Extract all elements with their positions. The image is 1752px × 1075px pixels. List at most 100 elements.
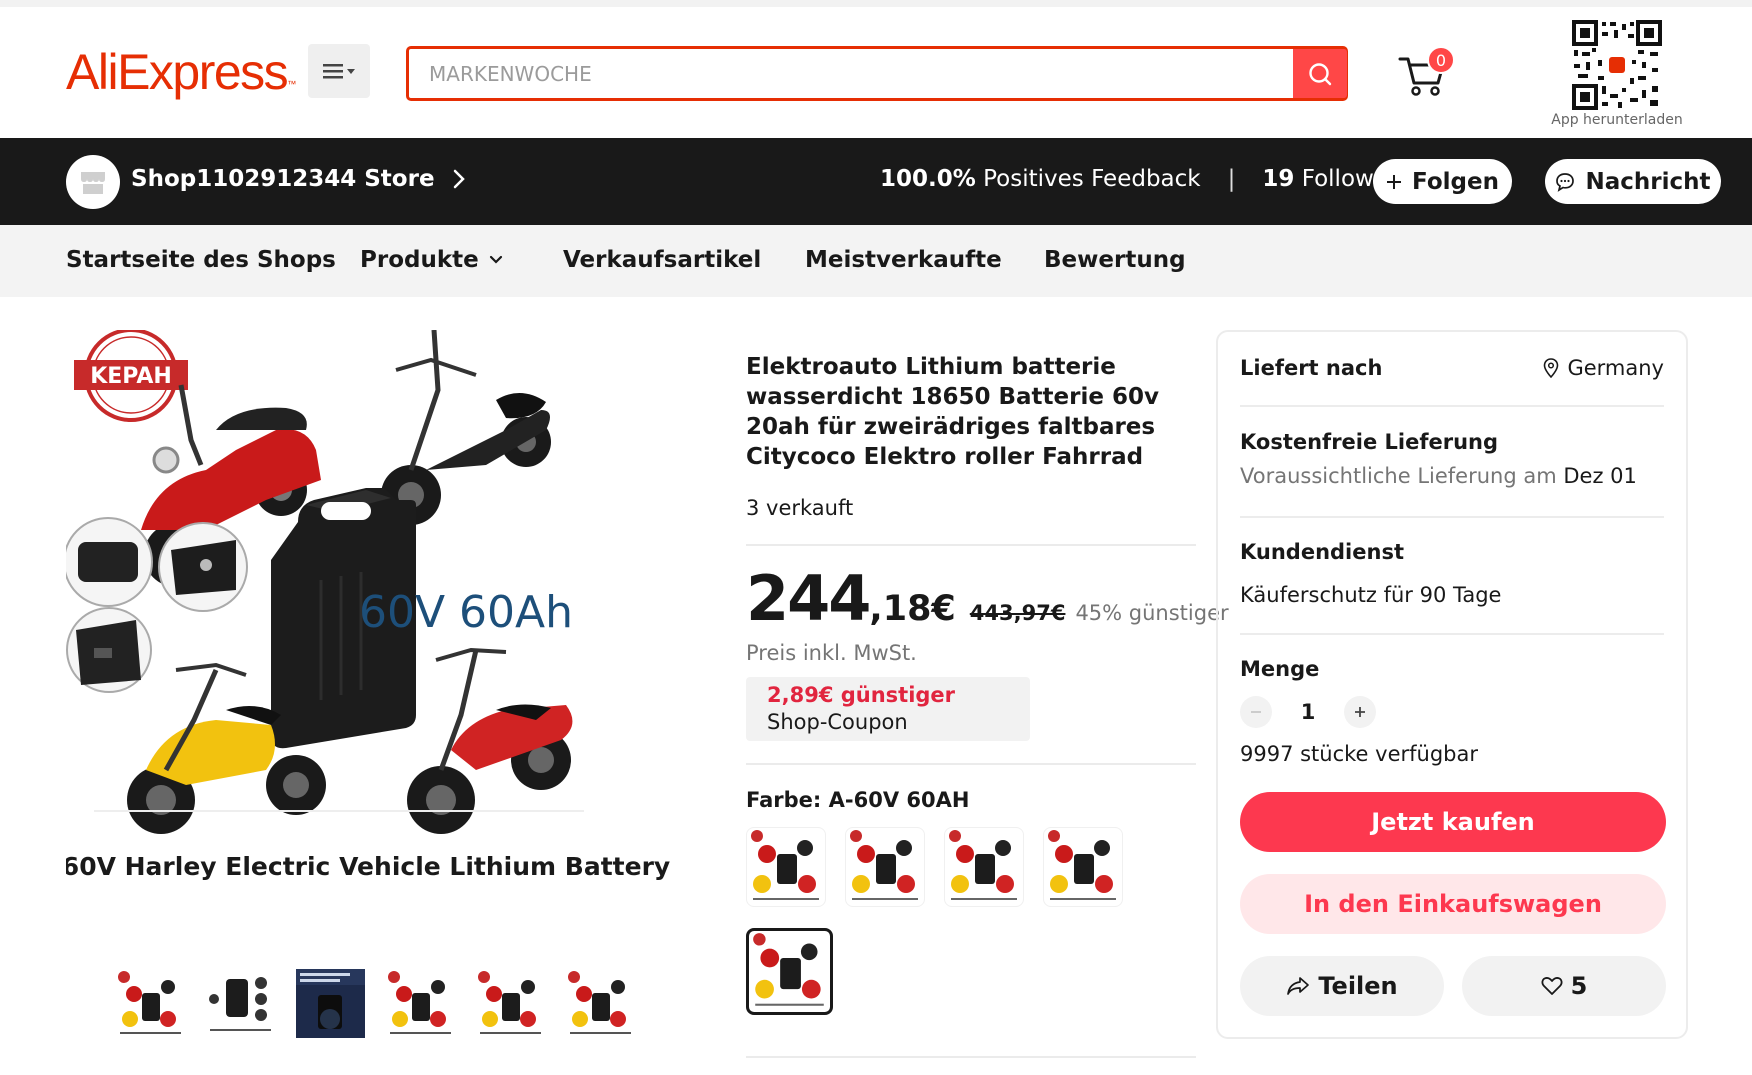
shop-nav-home[interactable]: Startseite des Shops — [66, 247, 336, 273]
service-title: Kundendienst — [1240, 540, 1404, 564]
delivery-prefix: Voraussichtliche Lieferung am — [1240, 464, 1557, 488]
shop-nav-bestsellers[interactable]: Meistverkaufte — [805, 247, 1002, 273]
follow-label: Folgen — [1412, 168, 1499, 195]
location-pin-icon — [1544, 358, 1559, 378]
quantity-title: Menge — [1240, 657, 1320, 681]
delivery-date: Dez 01 — [1563, 464, 1637, 488]
search-button[interactable] — [1293, 49, 1347, 98]
heart-icon — [1541, 977, 1563, 995]
capacity-overlay: 60V 60Ah — [359, 587, 573, 638]
price-decimal: ,18€ — [869, 589, 956, 629]
wishlist-count: 5 — [1570, 972, 1588, 1000]
thumbnail[interactable] — [476, 969, 545, 1038]
original-price: 443,97€ — [969, 601, 1066, 625]
app-download-label: App herunterladen — [1551, 112, 1683, 128]
shop-nav-home-label: Startseite des Shops — [66, 247, 336, 273]
shop-nav-bestsellers-label: Meistverkaufte — [805, 247, 1002, 273]
aliexpress-logo[interactable]: AliExpress™ — [66, 41, 296, 103]
logo-text: AliExpress — [66, 44, 289, 100]
followers-value: 19 — [1262, 166, 1295, 192]
share-button[interactable]: Teilen — [1240, 956, 1444, 1016]
divider — [1240, 516, 1664, 518]
search-icon — [1309, 62, 1332, 85]
image-caption: 60V Harley Electric Vehicle Lithium Batt… — [66, 852, 670, 881]
thumbnail[interactable] — [386, 969, 455, 1038]
message-label: Nachricht — [1585, 168, 1711, 195]
color-option-selected[interactable] — [746, 928, 833, 1015]
buy-now-button[interactable]: Jetzt kaufen — [1240, 792, 1666, 852]
feedback-label: Positives Feedback — [983, 166, 1201, 192]
share-label: Teilen — [1318, 972, 1398, 1000]
plus-icon — [1355, 707, 1365, 717]
main-product-image[interactable]: KEPAH 60V 60Ah 60V Harley Electric Vehic… — [62, 328, 686, 950]
thumbnail[interactable] — [566, 969, 635, 1038]
store-avatar[interactable] — [66, 155, 120, 209]
product-title: Elektroauto Lithium batterie wasserdicht… — [746, 354, 1159, 470]
price-row: 244 ,18€ 443,97€ 45% günstiger — [746, 562, 1229, 635]
delivery-estimate: Voraussichtliche Lieferung am Dez 01 — [1240, 464, 1637, 488]
shop-nav-sale-label: Verkaufsartikel — [563, 247, 762, 273]
quantity-stepper: 1 — [1240, 696, 1376, 728]
store-bar: Shop1102912344 Store 100.0% Positives Fe… — [0, 138, 1752, 225]
follow-button[interactable]: Folgen — [1373, 159, 1512, 204]
chevron-down-icon — [489, 255, 502, 264]
shop-nav-products[interactable]: Produkte — [360, 247, 503, 273]
shop-coupon[interactable]: 2,89€ günstiger Shop-Coupon — [746, 677, 1030, 741]
cart-count-badge: 0 — [1427, 46, 1455, 74]
divider — [746, 1056, 1196, 1058]
wishlist-button[interactable]: 5 — [1462, 956, 1666, 1016]
store-icon — [81, 172, 105, 194]
shipping-title: Kostenfreie Lieferung — [1240, 430, 1499, 454]
feedback-value: 100.0% — [880, 166, 976, 192]
badge-text: KEPAH — [90, 364, 172, 389]
shop-nav: Startseite des Shops Produkte Verkaufsar… — [0, 225, 1752, 297]
ship-destination[interactable]: Germany — [1543, 356, 1664, 380]
site-header: AliExpress™ 0 — [0, 7, 1752, 138]
shop-nav-products-label: Produkte — [360, 247, 479, 273]
thumbnail[interactable] — [116, 969, 185, 1038]
menu-icon — [323, 64, 355, 79]
thumbnail[interactable] — [296, 969, 365, 1038]
color-option[interactable] — [944, 827, 1024, 907]
share-icon — [1287, 977, 1310, 995]
shop-nav-reviews[interactable]: Bewertung — [1044, 247, 1186, 273]
quantity-decrease-button[interactable] — [1240, 696, 1272, 728]
divider — [1240, 633, 1664, 635]
ship-country: Germany — [1567, 356, 1664, 380]
quantity-value[interactable]: 1 — [1272, 700, 1344, 724]
shop-nav-reviews-label: Bewertung — [1044, 247, 1186, 273]
shop-nav-sale[interactable]: Verkaufsartikel — [563, 247, 761, 273]
category-menu-button[interactable] — [308, 44, 370, 98]
divider — [746, 763, 1196, 765]
color-option[interactable] — [746, 827, 826, 907]
sold-count: 3 verkauft — [746, 496, 854, 520]
search-bar — [406, 46, 1348, 101]
price-integer: 244 — [746, 562, 871, 635]
chevron-right-icon — [453, 169, 465, 189]
service-text: Käuferschutz für 90 Tage — [1240, 583, 1502, 607]
coupon-label: Shop-Coupon — [767, 710, 908, 734]
quantity-increase-button[interactable] — [1344, 696, 1376, 728]
buy-box: Liefert nach Germany Kostenfreie Lieferu… — [1216, 330, 1688, 1039]
divider — [1240, 405, 1664, 407]
message-button[interactable]: Nachricht — [1545, 159, 1721, 204]
plus-icon — [1387, 174, 1402, 189]
stock-available: 9997 stücke verfügbar — [1240, 742, 1479, 766]
top-strip — [0, 0, 1752, 7]
search-input[interactable] — [409, 49, 1293, 98]
color-label: Farbe: A-60V 60AH — [746, 788, 970, 812]
store-name-link[interactable]: Shop1102912344 Store — [131, 166, 465, 192]
color-option[interactable] — [845, 827, 925, 907]
thumbnail-strip — [116, 969, 635, 1038]
color-option[interactable] — [1043, 827, 1123, 907]
store-stats: 100.0% Positives Feedback | 19 Follower — [880, 166, 1397, 192]
buy-now-label: Jetzt kaufen — [1371, 808, 1535, 836]
stats-divider: | — [1227, 166, 1236, 192]
add-to-cart-button[interactable]: In den Einkaufswagen — [1240, 874, 1666, 934]
discount-label: 45% günstiger — [1075, 601, 1229, 625]
minus-icon — [1251, 711, 1261, 713]
thumbnail[interactable] — [206, 969, 275, 1038]
ship-to-label: Liefert nach — [1240, 356, 1383, 380]
tax-note: Preis inkl. MwSt. — [746, 641, 917, 665]
app-qr-code[interactable] — [1572, 20, 1662, 110]
